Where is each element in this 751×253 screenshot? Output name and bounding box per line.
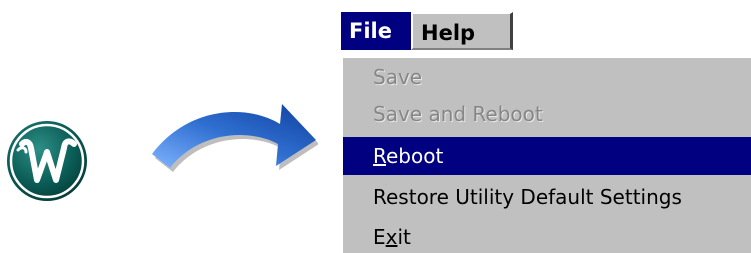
menu-item-reboot[interactable]: Reboot: [343, 137, 751, 175]
menu-item-restore-defaults[interactable]: Restore Utility Default Settings: [343, 178, 751, 216]
curved-arrow-icon: [148, 96, 318, 182]
mnemonic-r: R: [373, 144, 386, 168]
menu-item-exit-pre: E: [373, 225, 386, 249]
menu-item-exit[interactable]: Exit: [343, 218, 751, 253]
menu-item-reboot-label: eboot: [386, 144, 444, 168]
menu-item-save-and-reboot[interactable]: Save and Reboot: [343, 95, 751, 133]
mnemonic-x: x: [385, 225, 398, 249]
w-emblem-icon: [4, 118, 90, 204]
file-dropdown-menu: Save Save and Reboot Reboot Restore Util…: [341, 56, 751, 253]
menu-file[interactable]: File: [341, 12, 411, 50]
menu-bar: File Help: [337, 8, 517, 53]
menu-item-save[interactable]: Save: [343, 58, 751, 96]
menu-help[interactable]: Help: [411, 12, 513, 50]
menu-item-exit-rest: it: [397, 225, 411, 249]
menu-window: File Help Save Save and Reboot Reboot Re…: [337, 8, 751, 253]
